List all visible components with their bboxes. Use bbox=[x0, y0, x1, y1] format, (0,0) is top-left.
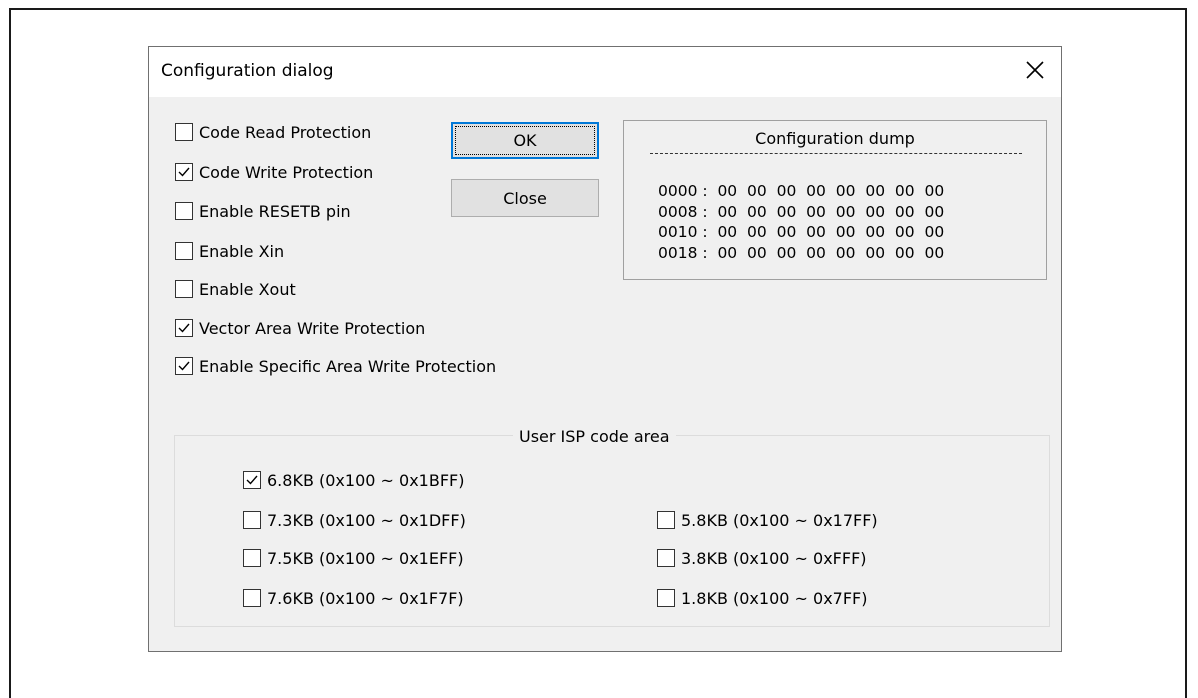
close-icon[interactable] bbox=[1023, 58, 1047, 82]
close-button[interactable]: Close bbox=[451, 179, 599, 217]
option-label: Code Write Protection bbox=[199, 162, 374, 182]
option-label: Enable Xin bbox=[199, 241, 285, 261]
isp-option-7-3kb[interactable]: 7.3KB (0x100 ~ 0x1DFF) bbox=[243, 507, 466, 533]
option-label: Enable Specific Area Write Protection bbox=[199, 356, 497, 376]
option-enable-xout[interactable]: Enable Xout bbox=[175, 276, 296, 302]
isp-option-3-8kb[interactable]: 3.8KB (0x100 ~ 0xFFF) bbox=[657, 545, 867, 571]
isp-option-6-8kb[interactable]: 6.8KB (0x100 ~ 0x1BFF) bbox=[243, 467, 464, 493]
isp-option-label: 6.8KB (0x100 ~ 0x1BFF) bbox=[267, 470, 465, 490]
checkbox-enable-xin[interactable] bbox=[175, 242, 193, 260]
checkbox-vector-area-write-protection[interactable] bbox=[175, 319, 193, 337]
isp-option-7-5kb[interactable]: 7.5KB (0x100 ~ 0x1EFF) bbox=[243, 545, 464, 571]
isp-option-7-6kb[interactable]: 7.6KB (0x100 ~ 0x1F7F) bbox=[243, 585, 464, 611]
isp-option-label: 7.5KB (0x100 ~ 0x1EFF) bbox=[267, 548, 464, 568]
isp-option-5-8kb[interactable]: 5.8KB (0x100 ~ 0x17FF) bbox=[657, 507, 878, 533]
checkmark-icon bbox=[178, 361, 190, 371]
option-label: Enable Xout bbox=[199, 279, 296, 299]
option-code-read-protection[interactable]: Code Read Protection bbox=[175, 119, 371, 145]
close-button-label: Close bbox=[503, 188, 547, 208]
isp-option-label: 1.8KB (0x100 ~ 0x7FF) bbox=[681, 588, 868, 608]
checkmark-icon bbox=[246, 475, 258, 485]
option-vector-area-write-protection[interactable]: Vector Area Write Protection bbox=[175, 315, 425, 341]
checkbox-code-write-protection[interactable] bbox=[175, 163, 193, 181]
option-label: Code Read Protection bbox=[199, 122, 372, 142]
dump-line: 0008 : 00 00 00 00 00 00 00 00 bbox=[658, 202, 945, 221]
focus-rect bbox=[455, 126, 595, 155]
checkbox-isp-3-8kb[interactable] bbox=[657, 549, 675, 567]
checkbox-isp-1-8kb[interactable] bbox=[657, 589, 675, 607]
option-label: Enable RESETB pin bbox=[199, 201, 351, 221]
dump-line: 0000 : 00 00 00 00 00 00 00 00 bbox=[658, 182, 945, 200]
dump-lines: 0000 : 00 00 00 00 00 00 00 00 0008 : 00… bbox=[658, 181, 944, 263]
dump-line: 0018 : 00 00 00 00 00 00 00 00 bbox=[658, 243, 945, 262]
option-enable-xin[interactable]: Enable Xin bbox=[175, 238, 284, 264]
checkbox-enable-specific-area-write-protection[interactable] bbox=[175, 357, 193, 375]
checkmark-icon bbox=[178, 167, 190, 177]
dump-title: Configuration dump bbox=[755, 129, 915, 148]
checkbox-isp-7-6kb[interactable] bbox=[243, 589, 261, 607]
checkbox-enable-resetb-pin[interactable] bbox=[175, 202, 193, 220]
checkbox-enable-xout[interactable] bbox=[175, 280, 193, 298]
configuration-dump-panel: Configuration dump 0000 : 00 00 00 00 00… bbox=[623, 120, 1047, 280]
checkbox-isp-7-5kb[interactable] bbox=[243, 549, 261, 567]
checkbox-isp-6-8kb[interactable] bbox=[243, 471, 261, 489]
checkbox-isp-7-3kb[interactable] bbox=[243, 511, 261, 529]
checkbox-isp-5-8kb[interactable] bbox=[657, 511, 675, 529]
isp-option-label: 3.8KB (0x100 ~ 0xFFF) bbox=[681, 548, 867, 568]
option-label: Vector Area Write Protection bbox=[199, 318, 426, 338]
configuration-dialog: Configuration dialog Code Read Protectio… bbox=[148, 46, 1062, 652]
dialog-titlebar: Configuration dialog bbox=[149, 47, 1061, 97]
ok-button[interactable]: OK bbox=[451, 122, 599, 159]
option-enable-specific-area-write-protection[interactable]: Enable Specific Area Write Protection bbox=[175, 353, 496, 379]
isp-option-label: 7.3KB (0x100 ~ 0x1DFF) bbox=[267, 510, 466, 530]
option-enable-resetb-pin[interactable]: Enable RESETB pin bbox=[175, 198, 351, 224]
dump-separator bbox=[650, 153, 1022, 154]
dialog-title: Configuration dialog bbox=[161, 61, 334, 81]
isp-area-title: User ISP code area bbox=[513, 427, 676, 446]
isp-option-label: 5.8KB (0x100 ~ 0x17FF) bbox=[681, 510, 878, 530]
isp-option-label: 7.6KB (0x100 ~ 0x1F7F) bbox=[267, 588, 464, 608]
checkmark-icon bbox=[178, 323, 190, 333]
dump-line: 0010 : 00 00 00 00 00 00 00 00 bbox=[658, 223, 945, 241]
checkbox-code-read-protection[interactable] bbox=[175, 123, 193, 141]
option-code-write-protection[interactable]: Code Write Protection bbox=[175, 159, 373, 185]
isp-option-1-8kb[interactable]: 1.8KB (0x100 ~ 0x7FF) bbox=[657, 585, 867, 611]
